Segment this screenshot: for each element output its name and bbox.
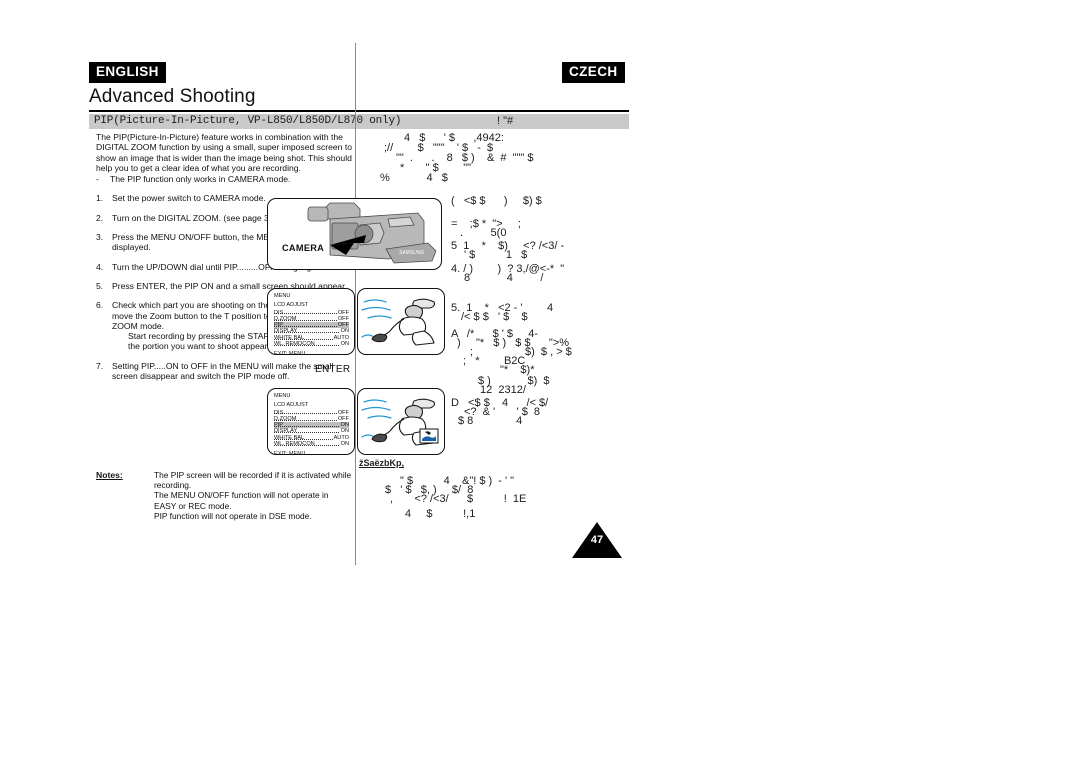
osd-dots — [274, 425, 349, 427]
osd-menu: MENU LCD ADJUST DIS OFF D.ZOOM OFF PIP ON D… — [268, 389, 354, 455]
osd-exit-label: EXIT: MENU — [274, 351, 306, 355]
step-number: 2. — [96, 212, 104, 223]
czech-text-line: ' $ 1 $ — [464, 249, 528, 261]
figure-illustration-no-pip — [357, 288, 445, 355]
czech-text-line: , <? /<3/ $ ! 1E — [390, 493, 527, 505]
osd-value: ON — [339, 441, 349, 448]
osd-subtitle: LCD ADJUST — [274, 302, 309, 309]
notes-list: The PIP screen will be recorded if it is… — [96, 470, 352, 521]
czech-text-line: . 5(0 — [460, 227, 507, 239]
osd-key: WL. REMOCON — [274, 341, 315, 348]
intro-bullet-text: The PIP function only works in CAMERA mo… — [110, 174, 291, 185]
osd-title: MENU — [274, 393, 291, 399]
czech-text-line: 4 $ !,1 — [405, 508, 476, 520]
intro-bullet: - The PIP function only works in CAMERA m… — [96, 174, 352, 184]
pip-inset-window — [419, 428, 439, 444]
step-text: Setting PIP.....ON to OFF in the MENU wi… — [112, 360, 334, 382]
osd-subtitle: LCD ADJUST — [274, 402, 309, 409]
camera-mode-label: CAMERA — [282, 243, 325, 253]
enter-button-label: ENTER — [315, 364, 351, 375]
czech-notes-label: žSaëzbKp, — [359, 458, 405, 468]
czech-text-line: 8 4 / — [464, 272, 544, 284]
figure-camcorder-photo: SAMSUNG CAMERA — [267, 198, 442, 270]
page-title: Advanced Shooting — [89, 86, 256, 107]
figure-illustration-with-pip — [357, 388, 445, 455]
brand-logo: SAMSUNG — [399, 250, 424, 256]
figure-osd-menu-pip-on: MENU LCD ADJUST DIS OFF D.ZOOM OFF PIP ON D… — [267, 388, 355, 455]
bullet-dash: - — [96, 174, 99, 185]
intro-paragraph: The PIP(Picture-In-Picture) feature work… — [96, 132, 353, 173]
figure-osd-menu-pip-off: MENU LCD ADJUST DIS OFF D.ZOOM OFF PIP OFF … — [267, 288, 355, 355]
step-number: 4. — [96, 261, 104, 272]
osd-exit-label: EXIT: MENU — [274, 451, 306, 455]
column-divider — [355, 43, 356, 565]
step-number: 6. — [96, 300, 104, 311]
note-item: PIP function will not operate in DSE mod… — [154, 510, 312, 521]
czech-text-line: /< $ $ ' $ $ — [461, 311, 528, 323]
header-divider-rule — [89, 110, 629, 112]
czech-text-line: $ 8 4 — [458, 415, 523, 427]
surfer-illustration-pip — [361, 398, 439, 446]
czech-text-line: ( <$ $ ) $) $ — [451, 195, 542, 207]
camcorder-illustration: SAMSUNG — [307, 202, 437, 264]
osd-key: WL. REMOCON — [274, 441, 315, 448]
page-number: 47 — [590, 534, 604, 546]
step-item: 7. Setting PIP.....ON to OFF in the MENU… — [96, 361, 352, 382]
step-text: Turn on the DIGITAL ZOOM. (see page 31) — [112, 212, 277, 223]
czech-text-line: % 4 $ — [380, 172, 448, 184]
osd-row-wl-remocon: WL. REMOCON ON — [274, 441, 349, 448]
step-number: 3. — [96, 232, 104, 243]
osd-title: MENU — [274, 293, 291, 299]
section-title-czech: ! "# — [497, 115, 514, 127]
language-badge-czech: CZECH — [562, 62, 625, 83]
czech-text-line: 12 2312/ — [480, 384, 526, 396]
notes-block: Notes: The PIP screen will be recorded i… — [96, 470, 352, 521]
language-badge-english: ENGLISH — [89, 62, 166, 83]
step-number: 5. — [96, 280, 104, 291]
step-text: Set the power switch to CAMERA mode. — [112, 193, 266, 204]
note-item: The MENU ON/OFF function will not operat… — [154, 490, 329, 511]
surfer-illustration — [361, 298, 436, 346]
osd-row-wl-remocon: WL. REMOCON ON — [274, 341, 349, 348]
step-number: 7. — [96, 360, 104, 371]
step-number: 1. — [96, 193, 104, 204]
note-item: The PIP screen will be recorded if it is… — [154, 470, 352, 491]
osd-value: ON — [339, 341, 349, 348]
osd-menu: MENU LCD ADJUST DIS OFF D.ZOOM OFF PIP OFF … — [268, 289, 354, 355]
notes-label: Notes: — [96, 470, 123, 480]
manual-page: ENGLISH CZECH Advanced Shooting PIP(Pict… — [0, 0, 1080, 763]
